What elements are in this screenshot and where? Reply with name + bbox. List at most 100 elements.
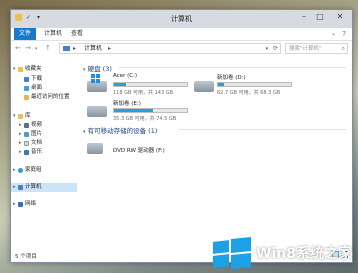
usage-bar — [113, 108, 188, 113]
tab-file[interactable]: 文件 — [14, 28, 36, 40]
collapse-icon[interactable]: ▾ — [83, 129, 86, 135]
recent-places-icon — [24, 95, 29, 100]
drive-icon — [87, 106, 107, 117]
sidebar-item-music[interactable]: ▸ 音乐 — [11, 148, 77, 157]
computer-icon — [63, 46, 70, 51]
window-controls: – □ ✕ — [296, 10, 352, 24]
content-pane: ▾ 硬盘 (3) Acer (C:) 118 GB 可用，共 143 GB 新加… — [79, 59, 350, 248]
collapse-icon[interactable]: ▾ — [13, 112, 16, 121]
address-dropdown-icon[interactable]: ▾ — [265, 44, 268, 54]
breadcrumb-computer[interactable]: 计算机 — [84, 44, 102, 54]
navigation-pane: ▾ 收藏夹 下载 桌面 最近访问的位置 ▾ 库 ▸ 视频 ▸ 图片 ▸ 文档 ▸… — [11, 59, 77, 248]
group-divider — [119, 67, 346, 68]
library-icon — [18, 114, 23, 119]
sidebar-item-label: 视频 — [31, 122, 43, 128]
sidebar-item-videos[interactable]: ▸ 视频 — [11, 121, 77, 130]
usage-bar-fill — [114, 83, 127, 86]
address-bar[interactable]: ▸ 计算机 ▸ ▾ ⟳ — [59, 43, 281, 54]
sidebar-item-label: 音乐 — [31, 149, 43, 155]
maximize-button[interactable]: □ — [312, 10, 328, 24]
homegroup-icon — [18, 168, 23, 173]
navigation-bar: ← → ▾ ↑ ▸ 计算机 ▸ ▾ ⟳ 搜索"计算机" ⌕ — [11, 41, 352, 57]
group-header-removable-label: 有可移动存储的设备 (1) — [87, 127, 158, 135]
breadcrumb-separator-2[interactable]: ▸ — [108, 44, 111, 54]
sidebar-network-label: 网络 — [25, 201, 37, 207]
watermark: Win8系统之家 — [213, 236, 352, 270]
sidebar-item-desktop[interactable]: 桌面 — [11, 84, 77, 93]
search-placeholder: 搜索"计算机" — [289, 46, 322, 52]
collapse-icon[interactable]: ▾ — [83, 67, 86, 73]
sidebar-homegroup-label: 家庭组 — [25, 167, 42, 173]
sidebar-favorites-label: 收藏夹 — [25, 66, 42, 72]
drive-free-space: 62.7 GB 可用，共 68.3 GB — [217, 90, 281, 96]
group-divider — [179, 129, 346, 130]
drive-name: DVD RW 驱动器 (F:) — [113, 148, 165, 154]
sidebar-libraries-label: 库 — [25, 113, 31, 119]
computer-icon — [18, 185, 23, 190]
sidebar-favorites[interactable]: ▾ 收藏夹 — [11, 65, 77, 74]
expand-icon[interactable]: ▸ — [19, 130, 22, 139]
watermark-text: Win8系统之家 — [256, 246, 352, 262]
tab-computer[interactable]: 计算机 — [44, 28, 62, 40]
network-icon — [18, 202, 23, 207]
dvd-drive-icon — [87, 143, 103, 154]
recent-locations-button[interactable]: ▾ — [35, 46, 38, 52]
explorer-window: ✓ ▾ 计算机 – □ ✕ 文件 计算机 查看 ⌄ ? ← → ▾ ↑ ▸ 计算… — [10, 9, 353, 263]
usage-bar — [113, 82, 188, 87]
windows-logo-icon — [213, 236, 252, 270]
expand-icon[interactable]: ▸ — [19, 148, 22, 157]
group-header-drives[interactable]: ▾ 硬盘 (3) — [83, 63, 112, 73]
search-box[interactable]: 搜索"计算机" ⌕ — [285, 43, 348, 54]
sidebar-computer[interactable]: ▸ 计算机 — [11, 183, 77, 192]
sidebar-homegroup[interactable]: ▸ 家庭组 — [11, 166, 77, 175]
expand-icon[interactable]: ▸ — [19, 139, 22, 148]
usage-bar-fill — [218, 83, 224, 86]
sidebar-item-label: 图片 — [31, 131, 43, 137]
document-icon — [24, 141, 29, 146]
desktop-icon — [24, 86, 29, 91]
sidebar-item-label: 桌面 — [31, 85, 43, 91]
sidebar-item-recent[interactable]: 最近访问的位置 — [11, 93, 77, 102]
drive-free-space: 118 GB 可用，共 143 GB — [113, 90, 174, 96]
drive-name: 新加卷 (D:) — [217, 75, 246, 81]
sidebar-item-label: 最近访问的位置 — [31, 94, 70, 100]
collapse-icon[interactable]: ▾ — [13, 65, 16, 74]
help-icon[interactable]: ? — [342, 30, 346, 38]
group-header-removable[interactable]: ▾ 有可移动存储的设备 (1) — [83, 125, 157, 135]
video-icon — [24, 123, 29, 128]
windows-logo-icon — [91, 74, 100, 83]
tab-view[interactable]: 查看 — [71, 28, 83, 40]
sidebar-item-label: 下载 — [31, 76, 43, 82]
group-header-drives-label: 硬盘 (3) — [87, 65, 112, 73]
expand-icon[interactable]: ▸ — [19, 121, 22, 130]
music-icon — [24, 150, 29, 155]
search-icon[interactable]: ⌕ — [342, 44, 345, 54]
breadcrumb-separator[interactable]: ▸ — [73, 44, 76, 54]
sidebar-computer-label: 计算机 — [25, 184, 42, 190]
forward-button[interactable]: → — [25, 44, 31, 52]
expand-ribbon-icon[interactable]: ⌄ — [331, 30, 336, 37]
drive-name: 新加卷 (E:) — [113, 101, 141, 107]
expand-icon[interactable]: ▸ — [13, 200, 16, 209]
minimize-button[interactable]: – — [296, 10, 312, 24]
item-count: 5 个项目 — [15, 254, 37, 260]
title-bar: ✓ ▾ 计算机 – □ ✕ — [11, 10, 352, 29]
picture-icon — [24, 132, 29, 137]
drive-free-space: 35.3 GB 可用，共 74.5 GB — [113, 116, 177, 122]
star-icon — [18, 67, 23, 72]
sidebar-item-pictures[interactable]: ▸ 图片 — [11, 130, 77, 139]
download-icon — [24, 77, 29, 82]
sidebar-libraries[interactable]: ▾ 库 — [11, 112, 77, 121]
expand-icon[interactable]: ▸ — [13, 183, 16, 192]
sidebar-item-downloads[interactable]: 下载 — [11, 75, 77, 84]
sidebar-network[interactable]: ▸ 网络 — [11, 200, 77, 209]
expand-icon[interactable]: ▸ — [13, 166, 16, 175]
close-button[interactable]: ✕ — [328, 10, 352, 24]
sidebar-item-documents[interactable]: ▸ 文档 — [11, 139, 77, 148]
back-button[interactable]: ← — [15, 44, 21, 52]
up-button[interactable]: ↑ — [45, 44, 51, 52]
drive-name: Acer (C:) — [113, 73, 138, 79]
ribbon-tabs: 文件 计算机 查看 ⌄ ? — [11, 28, 352, 41]
usage-bar — [217, 82, 292, 87]
refresh-button[interactable]: ⟳ — [273, 44, 278, 54]
